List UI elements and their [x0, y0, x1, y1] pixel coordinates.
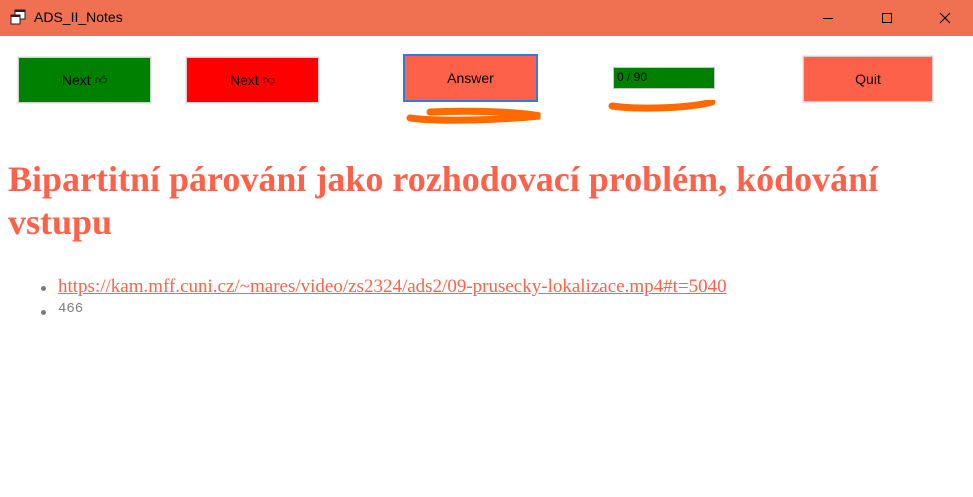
- answer-button[interactable]: Answer: [403, 54, 538, 102]
- progress-bar: 0 / 90: [613, 67, 715, 89]
- quit-button[interactable]: Quit: [803, 56, 933, 102]
- list-item: 466: [40, 300, 727, 324]
- close-icon: [939, 12, 951, 24]
- progress-text: 0 / 90: [617, 70, 648, 84]
- annotation-scribbles: [406, 100, 716, 124]
- video-link[interactable]: https://kam.mff.cuni.cz/~mares/video/zs2…: [58, 276, 727, 297]
- list-item: https://kam.mff.cuni.cz/~mares/video/zs2…: [40, 276, 727, 300]
- next-known-label: Next: [61, 72, 91, 88]
- minimize-button[interactable]: [805, 0, 851, 36]
- question-heading: Bipartitní párování jako rozhodovací pro…: [8, 159, 879, 242]
- thumbs-up-icon: 👍︎: [94, 72, 108, 87]
- page-number: 466: [58, 301, 84, 317]
- scribble-under-progress: [608, 100, 716, 112]
- thumbs-down-icon: 👎︎: [262, 72, 275, 87]
- window-title: ADS_II_Notes: [34, 9, 123, 25]
- close-button[interactable]: [922, 0, 968, 36]
- title-bar: ADS_II_Notes: [0, 0, 973, 36]
- app-window-icon: [10, 9, 26, 25]
- answer-label: Answer: [447, 70, 494, 86]
- maximize-button[interactable]: [864, 0, 910, 36]
- quit-label: Quit: [855, 71, 881, 87]
- next-known-button[interactable]: Next 👍︎: [18, 57, 151, 103]
- scribble-under-answer: [406, 107, 541, 124]
- next-unknown-button[interactable]: Next 👎︎: [186, 57, 319, 103]
- question-details-list: https://kam.mff.cuni.cz/~mares/video/zs2…: [40, 276, 727, 324]
- minimize-icon: [823, 18, 833, 19]
- next-unknown-label: Next: [230, 72, 259, 88]
- maximize-icon: [882, 13, 892, 23]
